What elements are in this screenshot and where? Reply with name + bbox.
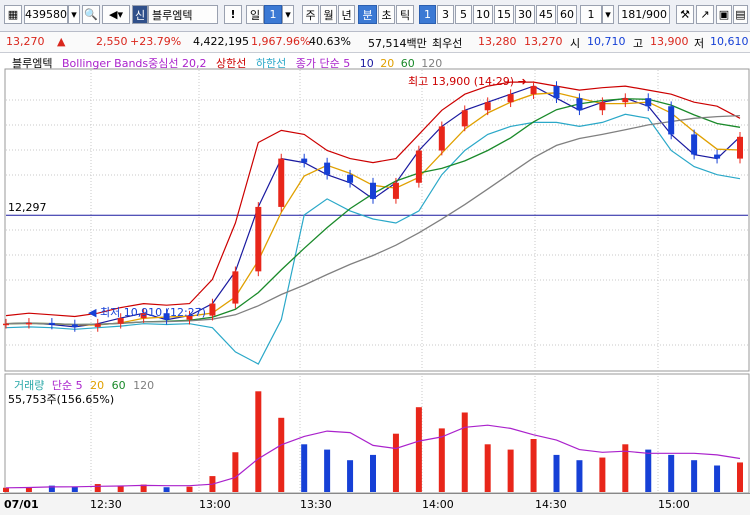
axis-tick: 12:30: [90, 498, 122, 511]
volume-bar: [94, 484, 101, 492]
candle-body: [255, 206, 262, 272]
candle-body: [599, 102, 606, 111]
legend-stock-name: 블루엠텍: [12, 57, 53, 70]
moving-average-line: [5, 92, 741, 326]
series-line: [5, 85, 741, 328]
candle-body: [530, 86, 537, 95]
high-annotation: 최고 13,900 (14:29) ➜: [408, 75, 527, 88]
axis-tick: 13:30: [300, 498, 332, 511]
legend-lower-band: 하한선: [255, 57, 287, 70]
candle-body: [347, 174, 354, 183]
candle-body: [48, 322, 55, 325]
volume-current-value: 55,753주(156.65%): [8, 393, 115, 406]
volume-bar: [668, 454, 675, 492]
candle-body: [714, 154, 721, 159]
candle-body: [71, 324, 78, 327]
volume-bar: [392, 433, 399, 492]
volume-bar: [438, 428, 445, 492]
candle-body: [461, 110, 468, 127]
low-annotation: ◀ 최저 10,910 (12:27): [88, 306, 206, 319]
price-chart[interactable]: 12,297 최고 13,900 (14:29) ➜ ◀ 최저 10,910 (12…: [0, 0, 750, 514]
volume-bar: [71, 486, 78, 492]
volume-bar: [347, 460, 354, 492]
volume-bar: [576, 460, 583, 492]
legend-ma60: 60: [400, 57, 415, 70]
volume-bar: [3, 487, 9, 492]
volume-bar: [599, 457, 606, 492]
legend-ma-label: 종가 단순 5: [295, 57, 351, 70]
volume-bar: [461, 412, 468, 492]
candle-body: [278, 158, 285, 207]
legend-ma120: 120: [421, 57, 443, 70]
volume-bar: [553, 454, 560, 492]
candle-body: [691, 134, 698, 155]
candle-body: [324, 162, 331, 175]
candle-body: [668, 106, 675, 135]
volume-bar: [507, 449, 514, 492]
volume-bar: [714, 465, 721, 492]
volume-bar: [117, 486, 124, 492]
axis-tick: 13:00: [199, 498, 231, 511]
candle-body: [392, 182, 399, 199]
volume-bar: [255, 391, 262, 492]
legend-bollinger: Bollinger Bands중심선 20,2: [61, 57, 207, 70]
series-line: [5, 113, 741, 365]
candle-body: [3, 323, 9, 326]
axis-tick: 15:00: [658, 498, 690, 511]
volume-legend-ma120: 120: [133, 379, 155, 392]
candle-body: [301, 158, 308, 163]
volume-bar: [370, 454, 376, 492]
candle-body: [737, 136, 743, 159]
volume-bar: [186, 486, 193, 492]
axis-tick: 14:30: [535, 498, 567, 511]
candle-body: [94, 323, 101, 327]
volume-bar: [301, 444, 308, 492]
candle-body: [645, 98, 652, 107]
volume-bar: [232, 452, 239, 492]
volume-bar: [278, 417, 285, 492]
axis-tick: 14:00: [422, 498, 454, 511]
volume-bar: [530, 439, 537, 492]
legend-ma10: 10: [359, 57, 374, 70]
moving-average-line: [5, 98, 741, 326]
legend-upper-band: 상한선: [216, 57, 247, 70]
volume-bar: [415, 407, 422, 492]
candle-body: [438, 126, 445, 151]
candle-body: [370, 182, 376, 199]
candle-body: [232, 271, 239, 304]
candle-body: [507, 94, 514, 103]
volume-bar: [163, 487, 170, 492]
candle-body: [484, 102, 491, 111]
candle-body: [622, 98, 629, 103]
prev-close-label: 12,297: [8, 201, 47, 214]
volume-bar: [737, 462, 743, 492]
candle-body: [553, 86, 560, 99]
legend-ma20: 20: [380, 57, 395, 70]
time-axis: 07/01 12:30 13:00 13:30 14:00 14:30 15:0…: [0, 493, 750, 515]
volume-bar: [691, 460, 698, 492]
candle-body: [209, 303, 216, 316]
moving-average-line: [5, 114, 741, 326]
candle-body: [415, 150, 422, 183]
volume-bar: [484, 444, 491, 492]
candle-body: [25, 322, 32, 325]
volume-bar: [645, 449, 652, 492]
axis-date: 07/01: [4, 498, 39, 511]
candle-body: [576, 98, 583, 111]
price-legend: 블루엠텍 Bollinger Bands중심선 20,2 상한선 하한선 종가 …: [4, 55, 448, 71]
volume-bar: [324, 449, 331, 492]
